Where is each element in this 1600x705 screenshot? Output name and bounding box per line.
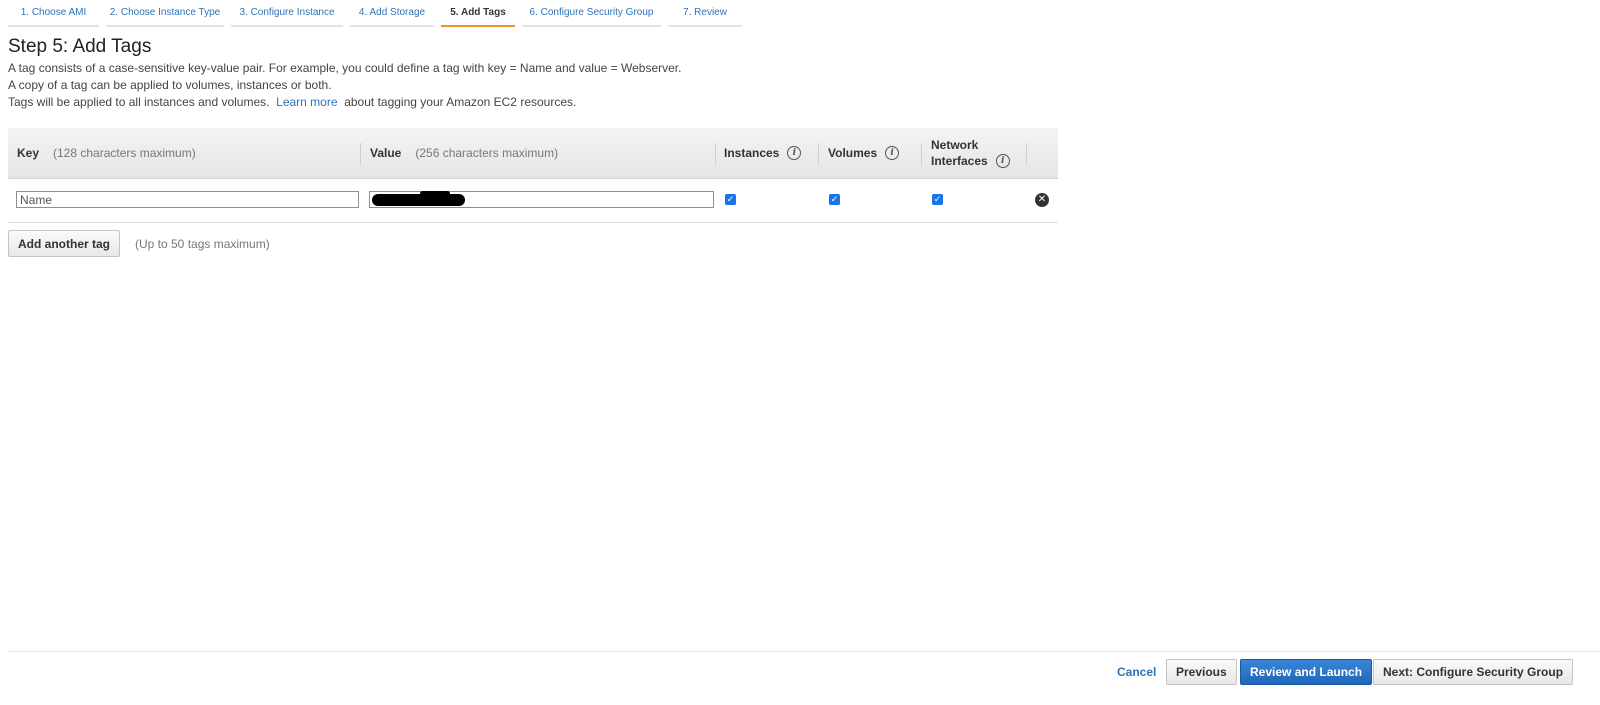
tag-value-input[interactable] bbox=[369, 191, 714, 208]
tags-max-note: (Up to 50 tags maximum) bbox=[135, 237, 270, 251]
column-divider bbox=[715, 143, 716, 165]
info-icon[interactable]: i bbox=[885, 146, 900, 160]
description-line-3: Tags will be applied to all instances an… bbox=[8, 95, 576, 109]
column-divider bbox=[1026, 143, 1027, 165]
description-text-after: about tagging your Amazon EC2 resources. bbox=[344, 95, 577, 109]
footer-divider bbox=[8, 651, 1600, 652]
value-header-hint: (256 characters maximum) bbox=[415, 146, 559, 160]
instances-checkbox[interactable]: ✓ bbox=[725, 194, 736, 205]
step-choose-ami[interactable]: 1. Choose AMI bbox=[8, 0, 99, 27]
column-divider bbox=[921, 143, 922, 165]
table-row: ✓ ✓ ✓ ✕ bbox=[8, 179, 1058, 223]
previous-button[interactable]: Previous bbox=[1166, 659, 1237, 685]
instances-header-label: Instances bbox=[724, 146, 780, 160]
step-configure-instance[interactable]: 3. Configure Instance bbox=[231, 0, 343, 27]
volumes-header-label: Volumes bbox=[828, 146, 878, 160]
wizard-steps: 1. Choose AMI 2. Choose Instance Type 3.… bbox=[8, 0, 749, 27]
volumes-column-header: Volumes i bbox=[828, 128, 900, 178]
info-icon[interactable]: i bbox=[787, 146, 802, 160]
step-add-tags[interactable]: 5. Add Tags bbox=[441, 0, 515, 27]
redaction-mark bbox=[372, 194, 465, 206]
volumes-checkbox[interactable]: ✓ bbox=[829, 194, 840, 205]
column-divider bbox=[818, 143, 819, 165]
network-header-line-2: Interfaces bbox=[931, 154, 988, 168]
remove-tag-icon[interactable]: ✕ bbox=[1035, 193, 1049, 207]
redaction-mark bbox=[420, 191, 450, 196]
page-title: Step 5: Add Tags bbox=[8, 36, 152, 57]
step-review[interactable]: 7. Review bbox=[668, 0, 742, 27]
value-column-header: Value (256 characters maximum) bbox=[370, 128, 558, 178]
step-choose-instance-type[interactable]: 2. Choose Instance Type bbox=[106, 0, 224, 27]
add-another-tag-button[interactable]: Add another tag bbox=[8, 230, 120, 257]
info-icon[interactable]: i bbox=[995, 154, 1010, 168]
column-divider bbox=[360, 143, 361, 165]
value-header-label: Value bbox=[370, 146, 402, 160]
key-header-label: Key bbox=[17, 146, 40, 160]
description-text: Tags will be applied to all instances an… bbox=[8, 95, 270, 109]
step-configure-security-group[interactable]: 6. Configure Security Group bbox=[522, 0, 661, 27]
tag-key-input[interactable] bbox=[16, 191, 359, 208]
step-add-storage[interactable]: 4. Add Storage bbox=[350, 0, 434, 27]
key-column-header: Key (128 characters maximum) bbox=[17, 128, 196, 178]
tags-table-header: Key (128 characters maximum) Value (256 … bbox=[8, 128, 1058, 179]
review-and-launch-button[interactable]: Review and Launch bbox=[1240, 659, 1373, 685]
cancel-link[interactable]: Cancel bbox=[1117, 665, 1156, 679]
next-configure-security-group-button[interactable]: Next: Configure Security Group bbox=[1373, 659, 1574, 685]
network-header-line-1: Network bbox=[931, 138, 979, 152]
learn-more-link[interactable]: Learn more bbox=[276, 95, 337, 109]
network-interfaces-column-header: Network Interfaces i bbox=[931, 128, 1010, 178]
key-header-hint: (128 characters maximum) bbox=[53, 146, 196, 160]
description-line-2: A copy of a tag can be applied to volume… bbox=[8, 78, 332, 92]
network-interfaces-checkbox[interactable]: ✓ bbox=[932, 194, 943, 205]
instances-column-header: Instances i bbox=[724, 128, 802, 178]
description-line-1: A tag consists of a case-sensitive key-v… bbox=[8, 61, 682, 75]
